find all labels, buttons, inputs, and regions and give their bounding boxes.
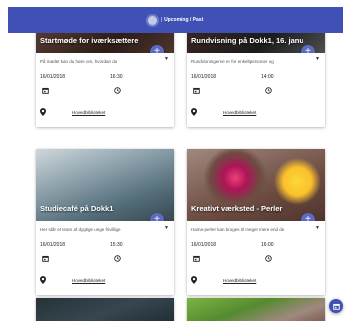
toggle-label: Upcoming / Past (164, 17, 204, 23)
pin-icon (191, 103, 197, 121)
event-card[interactable]: Kreativt værksted - Perler + ▼ Hama-perl… (187, 149, 325, 295)
event-card[interactable] (36, 298, 174, 321)
expand-caret-icon[interactable]: ▼ (315, 56, 320, 62)
event-date: 16/01/2018 (40, 74, 66, 80)
event-card[interactable]: Studiecafé på Dokk1 + ▼ Her står et team… (36, 149, 174, 295)
toggle-separator: | (160, 17, 163, 23)
event-card[interactable] (187, 298, 325, 321)
event-time: 16:00 (261, 242, 274, 248)
event-image (187, 298, 325, 321)
expand-caret-icon[interactable]: ▼ (164, 56, 169, 62)
calendar-icon (332, 297, 340, 315)
event-date: 16/01/2018 (40, 242, 66, 248)
toggle-knob[interactable] (147, 15, 157, 25)
upcoming-past-toggle[interactable]: | Upcoming / Past (147, 15, 204, 25)
event-date: 16/01/2018 (191, 74, 217, 80)
add-button[interactable]: + (150, 213, 164, 221)
event-image (36, 298, 174, 321)
event-list: Startmøde for iværksættere + ▼ På mødet … (0, 33, 351, 321)
calendar-icon (40, 81, 102, 99)
location-link[interactable]: Hovedbiblioteket (72, 110, 105, 115)
pin-icon (191, 271, 197, 289)
event-title: Studiecafé på Dokk1 (40, 204, 114, 213)
location-link[interactable]: Hovedbiblioteket (223, 110, 256, 115)
clock-icon (253, 249, 321, 267)
calendar-icon (191, 249, 253, 267)
event-time: 15:30 (110, 242, 123, 248)
event-card[interactable]: Startmøde for iværksættere + ▼ På mødet … (36, 33, 174, 127)
event-title: Rundvisning på Dokk1, 16. januar (191, 36, 303, 45)
event-title: Kreativt værksted - Perler (191, 204, 283, 213)
event-description: På mødet kan du høre om, hvordan du (40, 59, 118, 64)
event-title: Startmøde for iværksættere (40, 36, 139, 45)
calendar-icon (40, 249, 102, 267)
clock-icon (253, 81, 321, 99)
event-description: Hama-perler kan bruges til meget mere en… (191, 227, 285, 232)
pin-icon (40, 271, 46, 289)
add-button[interactable]: + (301, 45, 315, 53)
clock-icon (102, 81, 170, 99)
event-image: Rundvisning på Dokk1, 16. januar + (187, 33, 325, 53)
event-image: Startmøde for iværksættere + (36, 33, 174, 53)
location-link[interactable]: Hovedbiblioteket (72, 278, 105, 283)
add-button[interactable]: + (301, 213, 315, 221)
event-time: 16:30 (110, 74, 123, 80)
calendar-icon (191, 81, 253, 99)
add-button[interactable]: + (150, 45, 164, 53)
expand-caret-icon[interactable]: ▼ (164, 225, 169, 231)
location-link[interactable]: Hovedbiblioteket (223, 278, 256, 283)
top-app-bar: | Upcoming / Past (8, 7, 343, 33)
floating-calendar-button[interactable] (329, 299, 343, 313)
event-card[interactable]: Rundvisning på Dokk1, 16. januar + ▼ Run… (187, 33, 325, 127)
event-description: Rundvisningerne er for enkeltpersoner og (191, 59, 274, 64)
event-image: Studiecafé på Dokk1 + (36, 149, 174, 221)
event-time: 14:00 (261, 74, 274, 80)
event-date: 16/01/2018 (191, 242, 217, 248)
expand-caret-icon[interactable]: ▼ (315, 225, 320, 231)
pin-icon (40, 103, 46, 121)
clock-icon (102, 249, 170, 267)
event-description: Her står et team af dygtige unge frivill… (40, 227, 121, 232)
event-image: Kreativt værksted - Perler + (187, 149, 325, 221)
